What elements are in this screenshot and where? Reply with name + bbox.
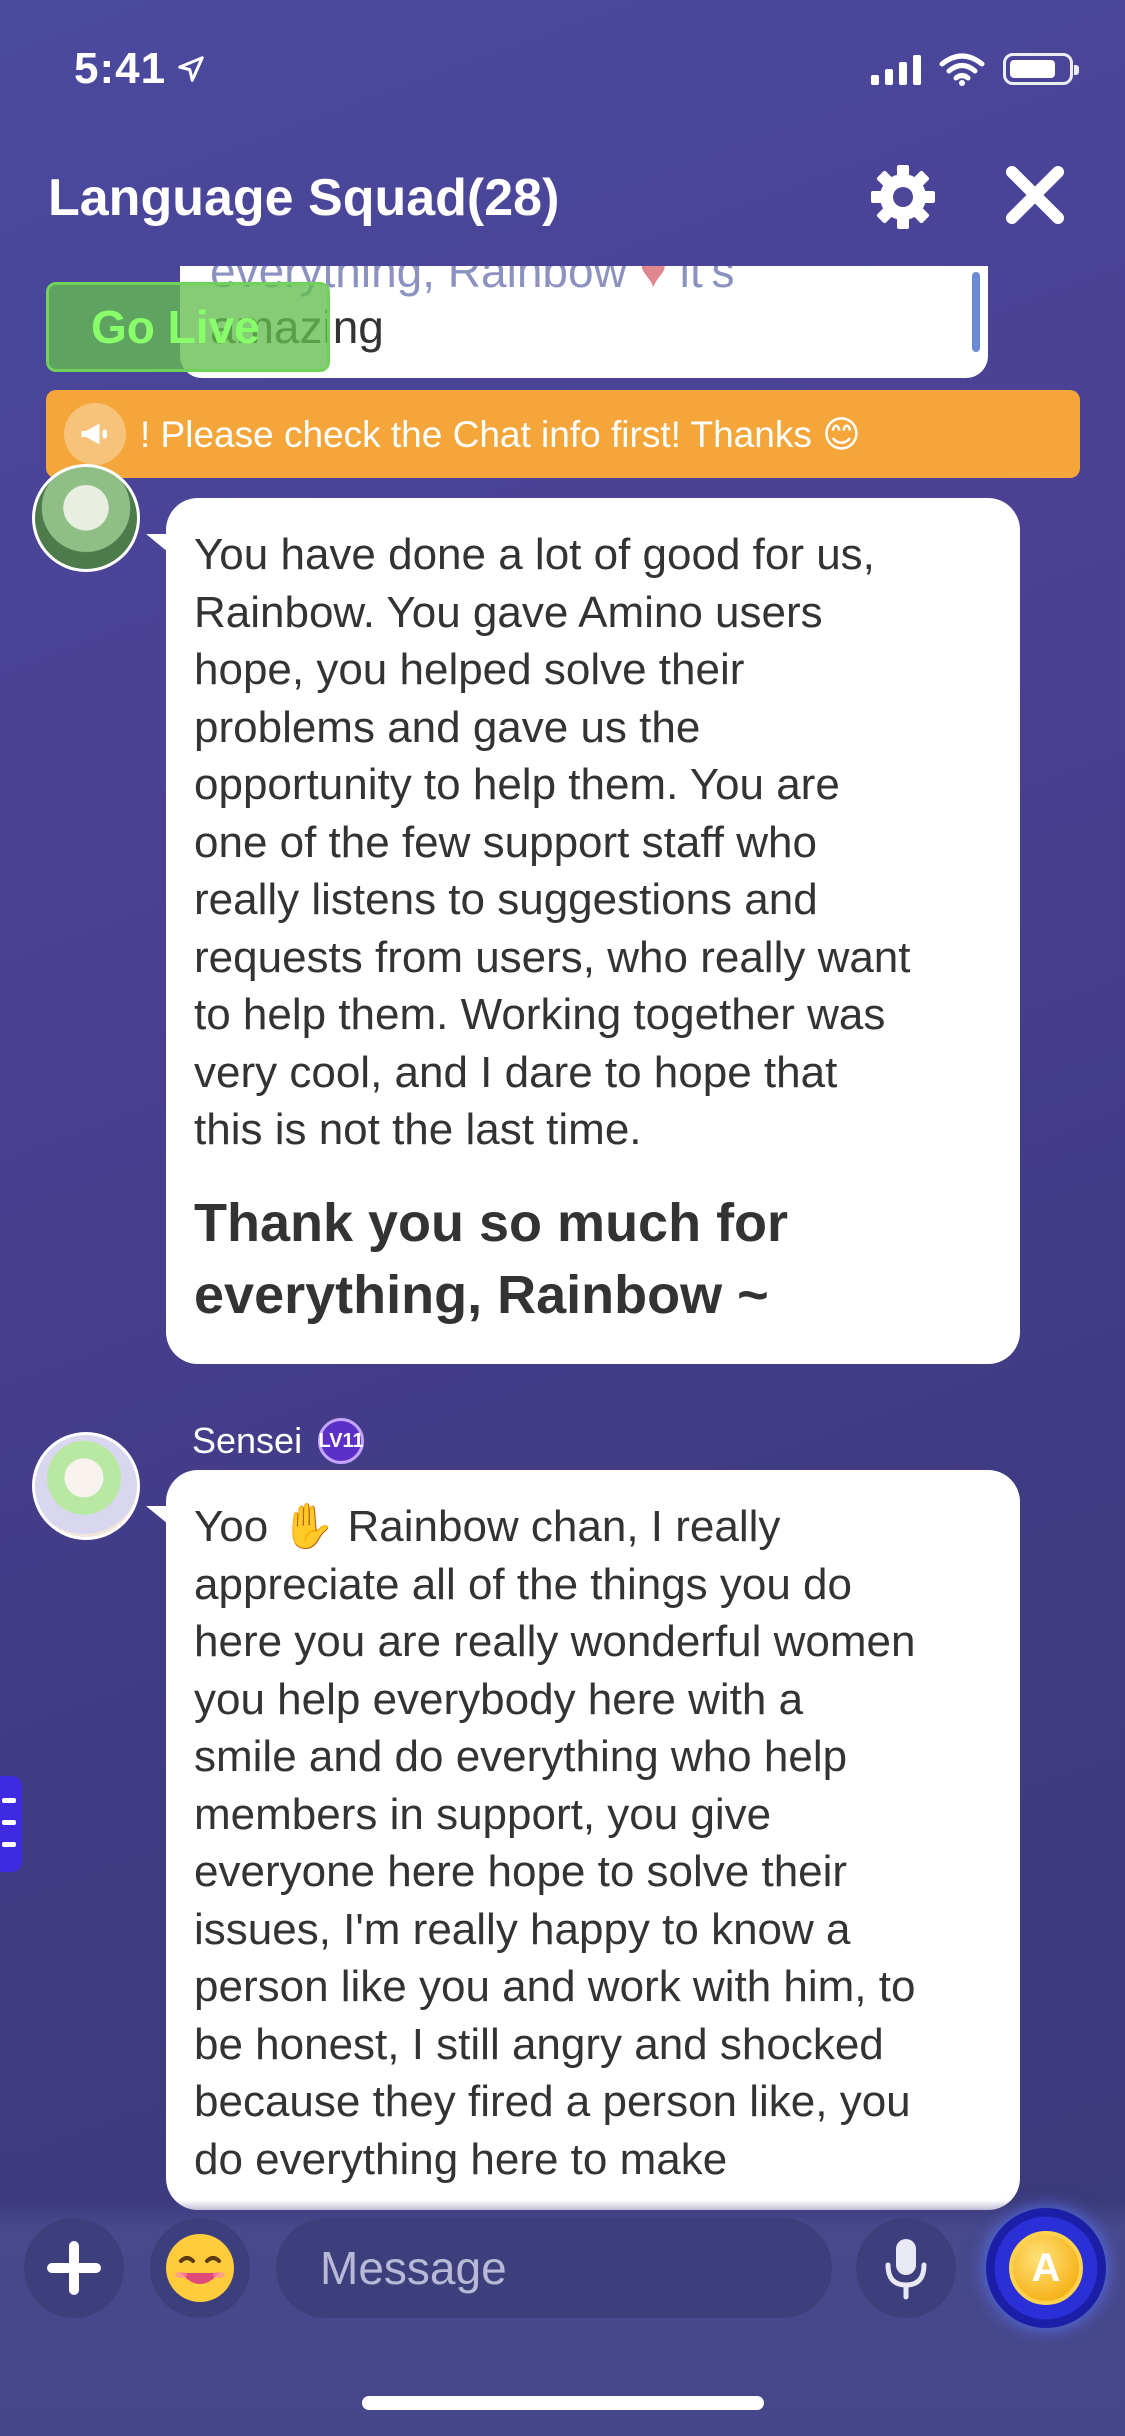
- avatar[interactable]: [32, 464, 140, 572]
- emoji-button[interactable]: [150, 2218, 250, 2318]
- message-text: You have done a lot of good for us, Rain…: [194, 530, 911, 1154]
- coin-button[interactable]: A: [986, 2208, 1106, 2328]
- message-bubble[interactable]: You have done a lot of good for us, Rain…: [166, 498, 1020, 1364]
- coin-icon: A: [1009, 2231, 1083, 2305]
- message-bubble[interactable]: Yoo ✋ Rainbow chan, I really appreciate …: [166, 1470, 1020, 2210]
- avatar[interactable]: [32, 1432, 140, 1540]
- emoji-icon: [166, 2234, 234, 2302]
- settings-button[interactable]: [866, 160, 940, 234]
- announcement-text: ! Please check the Chat info first! Than…: [140, 413, 861, 455]
- message-text: Yoo ✋ Rainbow chan, I really appreciate …: [194, 1502, 916, 2184]
- go-live-label: Go Live: [91, 301, 260, 353]
- chat-title: Language Squad(28): [48, 169, 560, 227]
- plus-icon: [47, 2241, 101, 2295]
- message-author[interactable]: Sensei LV11: [192, 1418, 365, 1464]
- microphone-icon: [885, 2239, 927, 2300]
- menu-handle-icon[interactable]: [0, 1776, 22, 1872]
- add-attachment-button[interactable]: [24, 2218, 124, 2318]
- megaphone-icon: [64, 403, 126, 465]
- announcement-banner[interactable]: ! Please check the Chat info first! Than…: [46, 390, 1080, 478]
- signal-icon: [871, 53, 921, 85]
- message-bold-text: Thank you so much for everything, Rainbo…: [194, 1192, 789, 1325]
- heart-icon: ♥: [639, 266, 667, 297]
- username: Sensei: [192, 1420, 303, 1461]
- bubble-scrollbar[interactable]: [972, 272, 980, 352]
- gear-icon: [871, 165, 935, 229]
- voice-button[interactable]: [856, 2218, 956, 2318]
- close-icon: [1006, 166, 1064, 224]
- previous-message-line1-tail: it's: [679, 266, 735, 297]
- level-badge: LV11: [318, 1418, 365, 1464]
- status-time: 5:41: [74, 44, 206, 94]
- go-live-button[interactable]: Go Live: [46, 282, 330, 372]
- location-arrow-icon: [178, 56, 204, 82]
- home-indicator[interactable]: [362, 2396, 764, 2410]
- message-input[interactable]: [276, 2218, 832, 2318]
- bubble-tail: [146, 1506, 168, 1524]
- bubble-tail: [146, 534, 168, 552]
- status-icons: [871, 52, 1079, 86]
- status-time-text: 5:41: [74, 44, 167, 93]
- close-button[interactable]: [1000, 160, 1070, 230]
- battery-icon: [1003, 53, 1079, 85]
- wifi-icon: [939, 53, 985, 86]
